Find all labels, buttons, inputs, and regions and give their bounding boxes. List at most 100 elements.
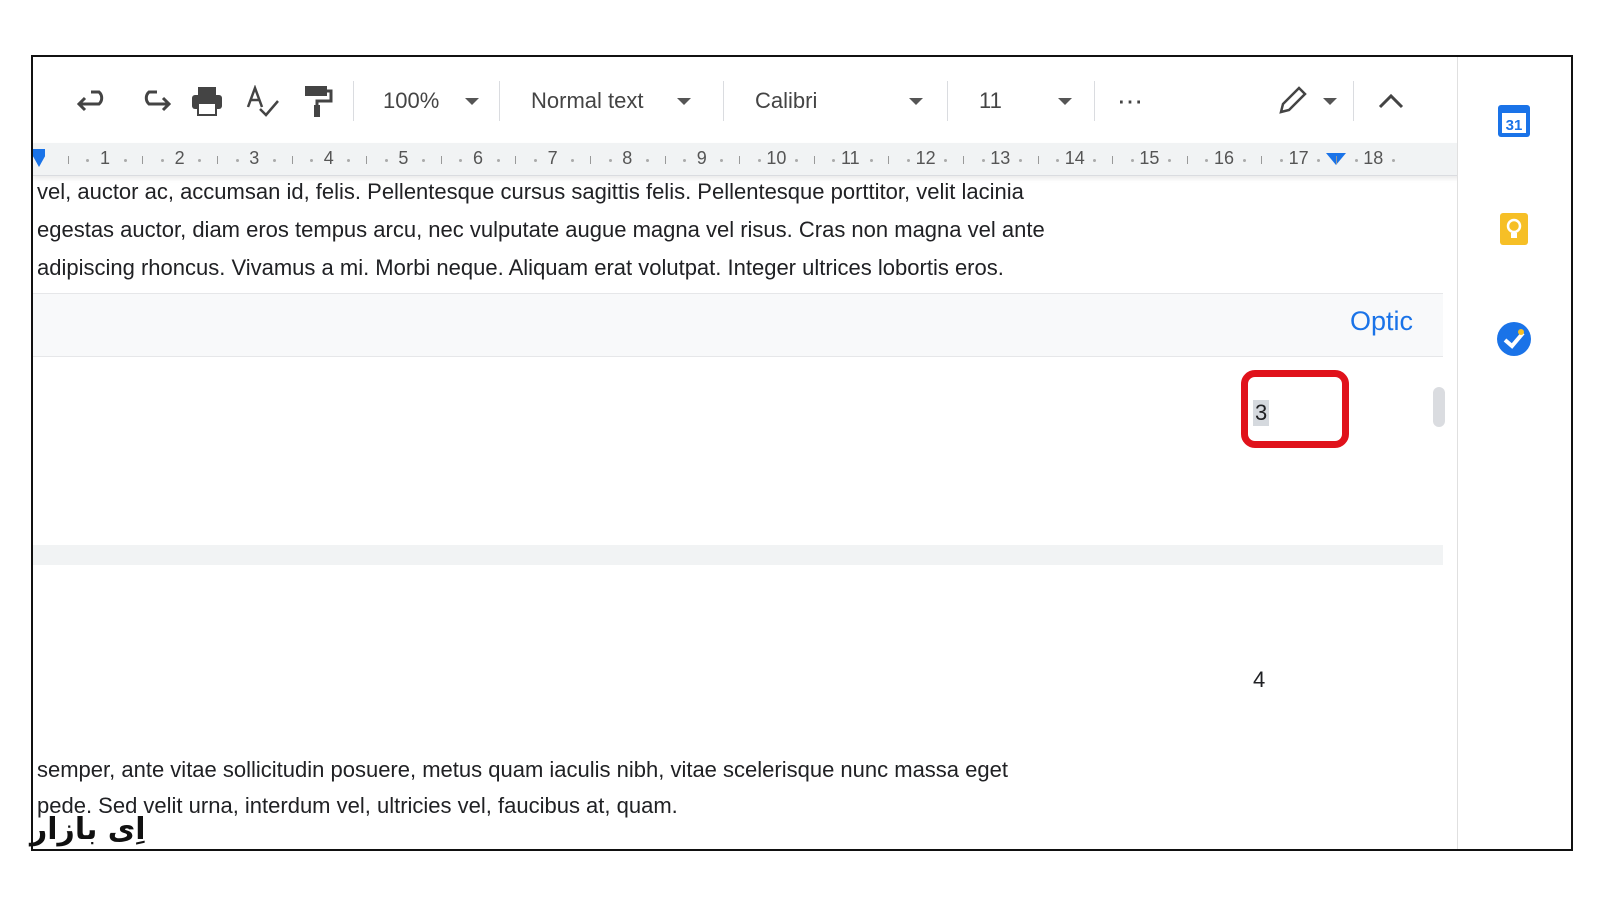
- pencil-icon: [1279, 86, 1307, 114]
- ruler-dot: [1018, 159, 1022, 162]
- paint-format-icon[interactable]: [303, 79, 333, 123]
- spellcheck-icon[interactable]: [246, 79, 280, 123]
- ruler-dot: [123, 159, 127, 162]
- ruler-tick: [291, 156, 293, 164]
- ruler-number: 10: [766, 148, 787, 168]
- calendar-day: 31: [1506, 117, 1523, 134]
- undo-icon[interactable]: [77, 79, 113, 123]
- ruler-tick: [1261, 156, 1263, 164]
- collapse-toolbar-button[interactable]: [1377, 79, 1405, 123]
- style-value: Normal text: [531, 88, 644, 113]
- tasks-icon[interactable]: [1494, 319, 1534, 359]
- ruler-tick: [142, 156, 144, 164]
- ruler-tick: [962, 156, 964, 164]
- chevron-down-icon: [1057, 97, 1072, 105]
- ruler-dot: [198, 159, 202, 162]
- ruler-number: 15: [1139, 148, 1160, 168]
- toolbar-divider: [499, 81, 500, 121]
- ruler-dot: [496, 159, 500, 162]
- ruler-dot: [869, 159, 873, 162]
- ruler-dot: [757, 159, 761, 162]
- zoom-select[interactable]: 100%: [383, 79, 480, 123]
- page-break: [33, 545, 1443, 565]
- ruler-dot: [86, 159, 90, 162]
- ruler-dot: [1168, 159, 1172, 162]
- ruler-number: 1: [100, 148, 111, 168]
- zoom-value: 100%: [383, 88, 440, 113]
- ruler-dot: [459, 159, 463, 162]
- ruler-dot: [1130, 159, 1134, 162]
- ruler-dot: [1279, 159, 1283, 162]
- ruler-tick: [589, 156, 591, 164]
- paragraph-line: vel, auctor ac, accumsan id, felis. Pell…: [37, 179, 1024, 204]
- toolbar-divider: [947, 81, 948, 121]
- chevron-up-icon: [1378, 93, 1404, 109]
- paragraph-line: semper, ante vitae sollicitudin posuere,…: [37, 757, 1008, 782]
- ruler-dot: [608, 159, 612, 162]
- ruler-dot: [533, 159, 537, 162]
- ruler-dot: [235, 159, 239, 162]
- ruler-dot: [906, 159, 910, 162]
- ruler-dot: [1242, 159, 1246, 162]
- chevron-down-icon: [677, 97, 692, 105]
- ruler-dot: [1093, 159, 1097, 162]
- ruler-number: 16: [1214, 148, 1235, 168]
- toolbar-divider: [1353, 81, 1354, 121]
- ruler-number: 4: [323, 148, 334, 168]
- highlight-box: [1241, 370, 1349, 448]
- font-select[interactable]: Calibri: [755, 79, 924, 123]
- ruler-dot: [981, 159, 985, 162]
- ruler-tick: [67, 156, 69, 164]
- editing-mode-button[interactable]: [1275, 79, 1337, 123]
- toolbar-divider: [723, 81, 724, 121]
- print-icon[interactable]: [190, 79, 224, 123]
- ruler-tick: [440, 156, 442, 164]
- redo-icon[interactable]: [135, 79, 171, 123]
- ruler[interactable]: 1 2 3 4 5 6 7 8 9 10 11 12 13 14 15 16 17 18: [33, 143, 1473, 176]
- ruler-dot: [272, 159, 276, 162]
- ruler-tick: [1112, 156, 1114, 164]
- ruler-tick: [366, 156, 368, 164]
- scrollbar-thumb[interactable]: [1433, 387, 1445, 427]
- ruler-tick: [1186, 156, 1188, 164]
- ruler-dot: [310, 159, 314, 162]
- footer-options-bar: Optic: [33, 293, 1443, 357]
- ruler-number: 2: [174, 148, 185, 168]
- ruler-dot: [1391, 159, 1395, 162]
- ruler-number: 7: [547, 148, 558, 168]
- chevron-down-icon: [465, 97, 480, 105]
- ruler-tick: [664, 156, 666, 164]
- ruler-number: 5: [398, 148, 409, 168]
- ruler-dot: [1354, 159, 1358, 162]
- more-icon: ⋯: [1117, 85, 1144, 116]
- ruler-number: 6: [473, 148, 484, 168]
- ruler-tick: [888, 156, 890, 164]
- paragraph-line: egestas auctor, diam eros tempus arcu, n…: [37, 217, 1045, 242]
- toolbar-divider: [1094, 81, 1095, 121]
- ruler-number: 17: [1288, 148, 1309, 168]
- left-indent-marker[interactable]: [33, 149, 45, 167]
- ruler-number: 13: [990, 148, 1011, 168]
- app-frame: 100% Normal text Calibri 11 ⋯ 1 2 3 4 5 …: [31, 55, 1573, 851]
- footer-options-link[interactable]: Optic: [1350, 306, 1413, 337]
- ruler-dot: [832, 159, 836, 162]
- ruler-tick: [813, 156, 815, 164]
- ruler-dot: [720, 159, 724, 162]
- ruler-dot: [683, 159, 687, 162]
- ruler-dot: [1317, 159, 1321, 162]
- keep-icon[interactable]: [1494, 209, 1534, 249]
- ruler-number: 11: [841, 148, 860, 168]
- calendar-icon[interactable]: 31: [1494, 101, 1534, 141]
- ruler-tick: [1037, 156, 1039, 164]
- ruler-tick: [1335, 156, 1337, 164]
- ruler-dot: [571, 159, 575, 162]
- ruler-dot: [944, 159, 948, 162]
- paragraph-line: adipiscing rhoncus. Vivamus a mi. Morbi …: [37, 255, 1004, 280]
- style-select[interactable]: Normal text: [531, 79, 692, 123]
- more-options-button[interactable]: ⋯: [1117, 79, 1144, 123]
- ruler-number: 18: [1363, 148, 1384, 168]
- toolbar-divider: [353, 81, 354, 121]
- font-size-select[interactable]: 11: [979, 79, 1072, 123]
- ruler-number: 9: [696, 148, 707, 168]
- ruler-number: 14: [1064, 148, 1085, 168]
